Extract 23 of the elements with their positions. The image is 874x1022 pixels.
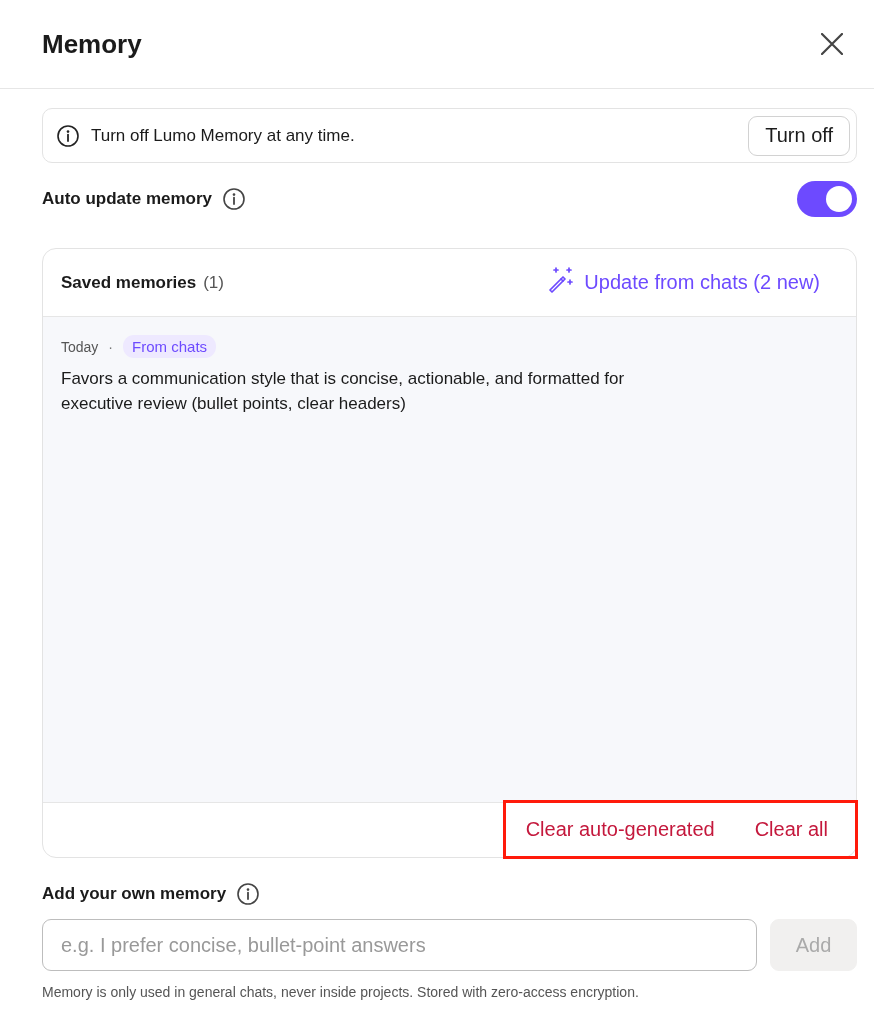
- memory-count: (1): [203, 272, 224, 293]
- memory-date: Today: [61, 338, 99, 355]
- clear-button[interactable]: Clear auto-generated: [525, 818, 715, 841]
- clear-button[interactable]: Clear all: [754, 818, 828, 841]
- magic-wand-icon: [548, 266, 575, 293]
- saved-memories-title: Saved memories: [61, 272, 197, 293]
- close-icon: [821, 33, 843, 55]
- auto-update-label: Auto update memory: [42, 189, 213, 209]
- close-button[interactable]: [821, 33, 843, 55]
- info-icon: [57, 124, 79, 147]
- turn-off-button[interactable]: Turn off: [748, 115, 850, 156]
- separator-dot: ·: [108, 338, 114, 355]
- notice-text: Turn off Lumo Memory at any time.: [91, 125, 356, 146]
- info-icon[interactable]: [237, 883, 260, 905]
- auto-update-toggle[interactable]: [797, 181, 857, 217]
- footnote-text: Memory is only used in general chats, never inside projects. Stored with zero-access encryption.: [42, 984, 640, 1000]
- dialog-title: Memory: [42, 28, 142, 60]
- update-from-chats-button[interactable]: Update from chats (2 new): [548, 271, 820, 294]
- memory-text: Favors a communication style that is concise, actionable, and formatted for executive review (bullet points, clear headers): [61, 368, 626, 415]
- info-icon[interactable]: [223, 188, 246, 210]
- add-memory-label: Add your own memory: [42, 884, 227, 904]
- source-tag: From chats: [123, 335, 217, 358]
- memory-input[interactable]: e.g. I prefer concise, bullet-point answers: [42, 919, 757, 971]
